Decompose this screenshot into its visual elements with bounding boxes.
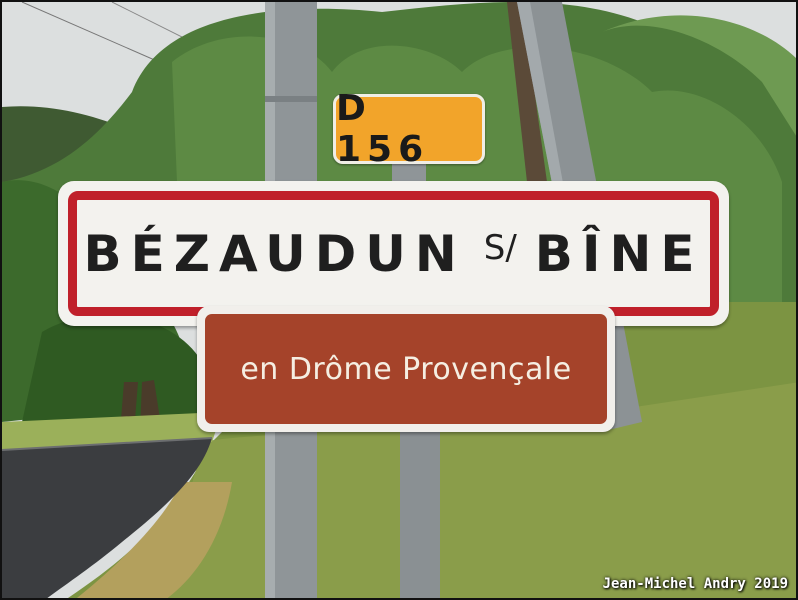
region-sign-text: en Drôme Provençale bbox=[240, 351, 572, 387]
town-sign-border: BÉZAUDUN S/ BÎNE bbox=[68, 191, 719, 316]
route-number-sign: D 156 bbox=[333, 88, 485, 170]
town-entry-sign: BÉZAUDUN S/ BÎNE bbox=[58, 181, 729, 326]
region-sign: en Drôme Provençale bbox=[197, 306, 615, 432]
route-number-text: D 156 bbox=[336, 88, 430, 170]
photo-credit: Jean-Michel Andry 2019 bbox=[602, 576, 788, 592]
town-name-separator: S/ bbox=[483, 227, 517, 268]
town-name: BÉZAUDUN S/ BÎNE bbox=[84, 225, 704, 283]
town-name-part1: BÉZAUDUN bbox=[83, 224, 466, 283]
town-name-part2: BÎNE bbox=[534, 224, 704, 283]
photo-scene: D 156 BÉZAUDUN S/ BÎNE en Drôme Provença… bbox=[0, 0, 798, 600]
region-sign-panel: en Drôme Provençale bbox=[205, 314, 607, 424]
